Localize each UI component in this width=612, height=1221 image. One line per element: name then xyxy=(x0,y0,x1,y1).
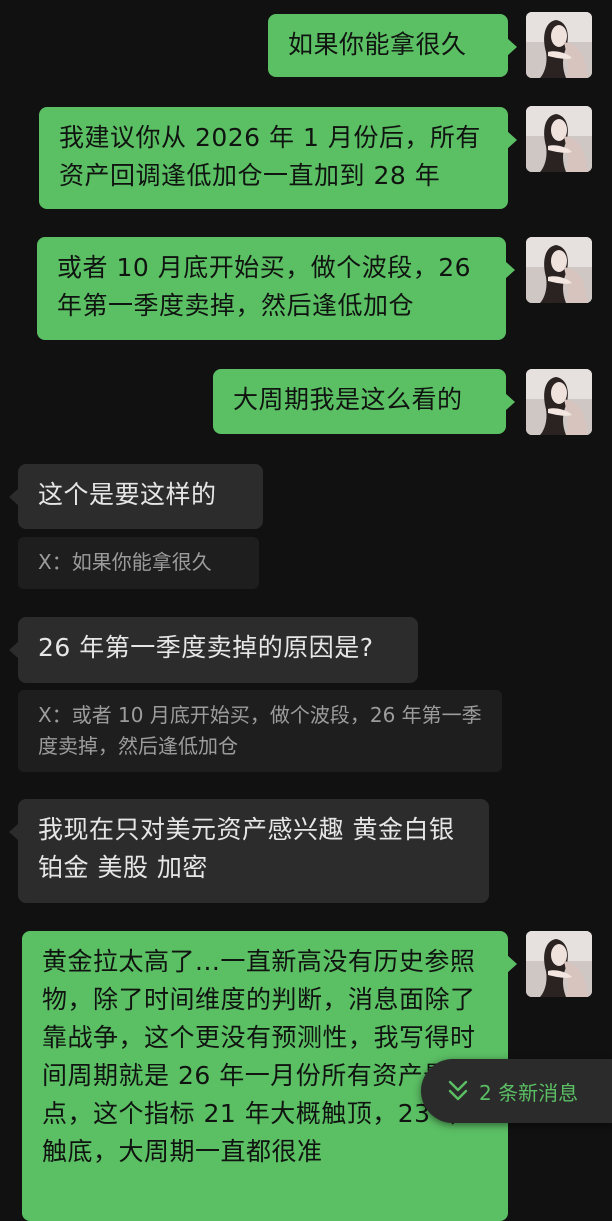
message-text: 我建议你从 2026 年 1 月份后，所有资产回调逢低加仓一直加到 28 年 xyxy=(59,123,481,190)
message-bubble-sent[interactable]: 或者 10 月底开始买，做个波段，26 年第一季度卖掉，然后逢低加仓 xyxy=(37,237,515,340)
message-text: 我现在只对美元资产感兴趣 黄金白银 铂金 美股 加密 xyxy=(38,815,455,882)
quoted-message[interactable]: X：或者 10 月底开始买，做个波段，26 年第一季度卖掉，然后逢低加仓 xyxy=(18,690,502,772)
contact-avatar[interactable] xyxy=(526,237,592,303)
avatar-photo-icon xyxy=(526,237,592,303)
message-text: 或者 10 月底开始买，做个波段，26 年第一季度卖掉，然后逢低加仓 xyxy=(57,253,472,320)
message-bubble-received[interactable]: 26 年第一季度卖掉的原因是? xyxy=(9,617,418,683)
quote-text: X：或者 10 月底开始买，做个波段，26 年第一季度卖掉，然后逢低加仓 xyxy=(38,703,482,758)
contact-avatar[interactable] xyxy=(526,369,592,435)
message-text: 这个是要这样的 xyxy=(38,480,217,509)
new-messages-button[interactable]: 2 条新消息 xyxy=(421,1059,612,1123)
message-bubble-received[interactable]: 这个是要这样的 xyxy=(9,464,263,529)
quoted-message[interactable]: X：如果你能拿很久 xyxy=(18,537,259,589)
message-bubble-sent[interactable]: 我建议你从 2026 年 1 月份后，所有资产回调逢低加仓一直加到 28 年 xyxy=(39,107,517,209)
quote-text: X：如果你能拿很久 xyxy=(38,550,212,574)
message-text: 26 年第一季度卖掉的原因是? xyxy=(38,633,374,662)
new-messages-label: 2 条新消息 xyxy=(479,1080,579,1105)
message-bubble-sent[interactable]: 大周期我是这么看的 xyxy=(213,369,515,434)
contact-avatar[interactable] xyxy=(526,931,592,997)
message-text: 黄金拉太高了...一直新高没有历史参照物，除了时间维度的判断，消息面除了靠战争，… xyxy=(42,947,476,1166)
avatar-photo-icon xyxy=(526,12,592,78)
message-bubble-sent[interactable]: 如果你能拿很久 xyxy=(268,14,517,77)
avatar-photo-icon xyxy=(526,106,592,172)
avatar-photo-icon xyxy=(526,931,592,997)
avatar-photo-icon xyxy=(526,369,592,435)
message-text: 如果你能拿很久 xyxy=(288,30,467,59)
contact-avatar[interactable] xyxy=(526,106,592,172)
message-bubble-received[interactable]: 我现在只对美元资产感兴趣 黄金白银 铂金 美股 加密 xyxy=(9,799,489,903)
contact-avatar[interactable] xyxy=(526,12,592,78)
message-text: 大周期我是这么看的 xyxy=(233,385,463,414)
double-chevron-down-icon xyxy=(448,1080,468,1101)
